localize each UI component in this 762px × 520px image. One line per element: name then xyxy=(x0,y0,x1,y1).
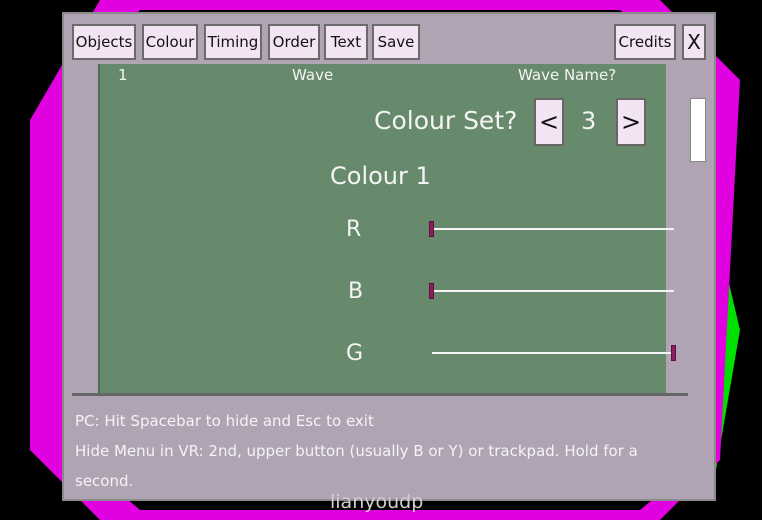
text-button[interactable]: Text xyxy=(324,24,368,60)
scrollbar-thumb[interactable] xyxy=(690,98,706,162)
slider-b-label: B xyxy=(348,279,364,304)
close-button[interactable]: X xyxy=(682,24,706,60)
wave-label: Wave xyxy=(292,66,334,84)
colour-set-value: 3 xyxy=(581,107,597,135)
divider xyxy=(72,393,688,396)
watermark: lianyoudp xyxy=(330,491,424,513)
help-text: PC: Hit Spacebar to hide and Esc to exit… xyxy=(75,406,695,496)
save-button[interactable]: Save xyxy=(372,24,420,60)
wave-panel: 1 Wave Wave Name? Colour Set? < 3 > Colo… xyxy=(98,64,676,395)
objects-button[interactable]: Objects xyxy=(72,24,136,60)
credits-button[interactable]: Credits xyxy=(614,24,676,60)
slider-r-track[interactable] xyxy=(432,228,674,230)
slider-g-track[interactable] xyxy=(432,352,674,354)
colour-button[interactable]: Colour xyxy=(142,24,198,60)
slider-b-handle[interactable] xyxy=(429,283,434,299)
timing-button[interactable]: Timing xyxy=(204,24,262,60)
colour-set-label: Colour Set? xyxy=(374,106,518,135)
slider-g-handle[interactable] xyxy=(671,345,676,361)
slider-r-label: R xyxy=(346,217,362,242)
wave-name-label: Wave Name? xyxy=(518,66,617,84)
slider-b-track[interactable] xyxy=(432,290,674,292)
colour-heading: Colour 1 xyxy=(330,162,431,190)
order-button[interactable]: Order xyxy=(268,24,320,60)
colour-set-next-button[interactable]: > xyxy=(616,98,646,146)
help-line-vr: Hide Menu in VR: 2nd, upper button (usua… xyxy=(75,442,638,490)
editor-window: Objects Colour Timing Order Text Save Cr… xyxy=(62,12,716,501)
slider-g-label: G xyxy=(346,341,364,366)
wave-number: 1 xyxy=(118,66,128,84)
colour-set-prev-button[interactable]: < xyxy=(534,98,564,146)
slider-r-handle[interactable] xyxy=(429,221,434,237)
help-line-pc: PC: Hit Spacebar to hide and Esc to exit xyxy=(75,412,374,430)
